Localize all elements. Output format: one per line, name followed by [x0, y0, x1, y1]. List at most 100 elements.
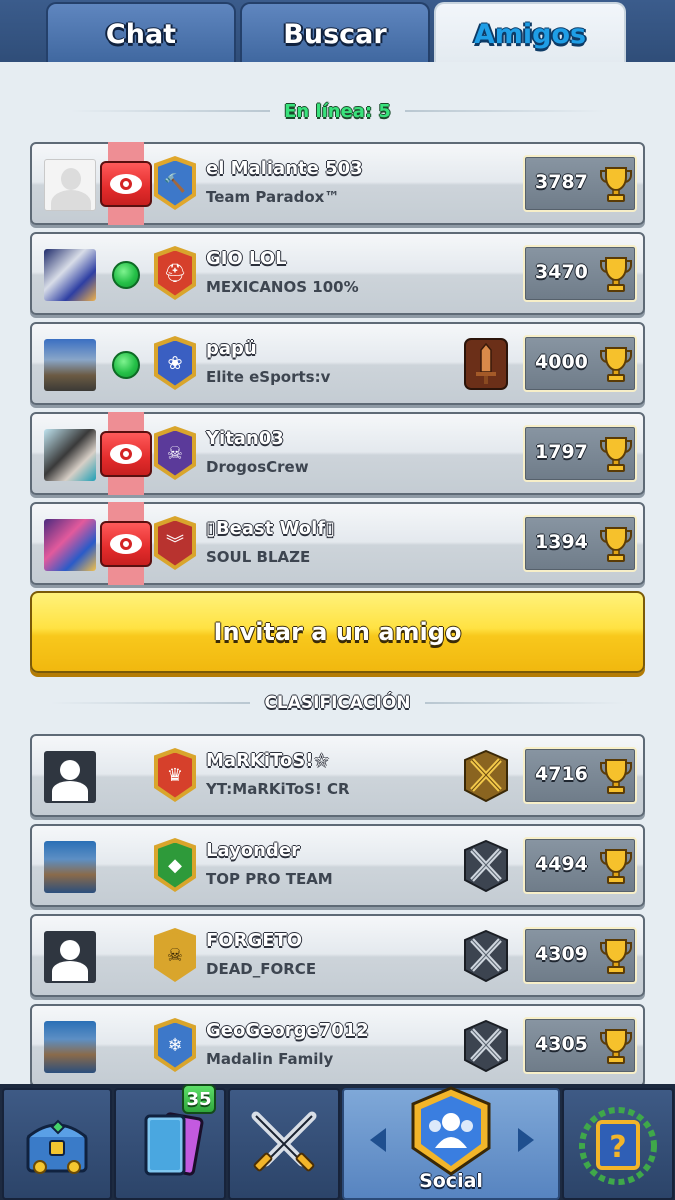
clan-name: TOP PRO TEAM	[206, 870, 333, 888]
trophy-count: 4000	[535, 351, 588, 373]
friend-row[interactable]: 🔨 el Maliante 503 Team Paradox™ 3787	[30, 142, 645, 225]
trophy-icon	[600, 167, 632, 202]
invite-friend-button[interactable]: Invitar a un amigo	[30, 591, 645, 673]
trophy-icon	[600, 849, 632, 884]
trophy-count: 4309	[535, 943, 588, 965]
friend-row[interactable]: ☠ Yitan03 DrogosCrew 1797	[30, 412, 645, 495]
clan-name: Team Paradox™	[206, 188, 340, 206]
clan-badge-icon: ❄	[154, 1018, 196, 1072]
clan-badge-icon: ❀	[154, 336, 196, 390]
nav-left-arrow-icon[interactable]	[370, 1128, 386, 1152]
social-icon	[411, 1086, 491, 1176]
spectate-button[interactable]	[100, 161, 152, 207]
online-count-title: En línea: 5	[284, 100, 391, 122]
trophy-count: 1394	[535, 531, 588, 553]
eye-icon	[110, 174, 142, 194]
bottom-navigation: Social ?	[0, 1084, 675, 1200]
trophy-box: 4494	[523, 837, 637, 894]
avatar	[44, 1021, 96, 1073]
clan-badge-icon: ♛	[154, 748, 196, 802]
trophy-count: 4305	[535, 1033, 588, 1055]
avatar	[44, 931, 96, 983]
divider	[424, 702, 625, 704]
player-name: el Maliante 503	[206, 158, 363, 179]
nav-right-arrow-icon[interactable]	[518, 1128, 534, 1152]
nav-quests[interactable]: ?	[562, 1088, 674, 1200]
friend-row[interactable]: ❀ papü Elite eSports:v 4000	[30, 322, 645, 405]
tab-chat[interactable]: Chat	[46, 2, 236, 64]
trophy-count: 4494	[535, 853, 588, 875]
trophy-count: 1797	[535, 441, 588, 463]
clan-badge-icon: ⛑	[154, 246, 196, 300]
player-name: ▯Beast Wolf▯	[206, 518, 336, 539]
trophy-count: 3470	[535, 261, 588, 283]
clan-name: SOUL BLAZE	[206, 548, 311, 566]
silver-swords-icon	[464, 930, 508, 982]
avatar	[44, 159, 96, 211]
trophy-icon	[600, 759, 632, 794]
trophy-icon	[600, 347, 632, 382]
clan-name: Madalin Family	[206, 1050, 334, 1068]
trophy-icon	[600, 257, 632, 292]
trophy-box: 3787	[523, 155, 637, 212]
trophy-icon	[600, 1029, 632, 1064]
online-indicator	[112, 351, 140, 379]
cards-icon	[144, 1112, 204, 1176]
friend-row[interactable]: ︾ ▯Beast Wolf▯ SOUL BLAZE 1394	[30, 502, 645, 585]
friend-row[interactable]: ⛑ GIO LOL MEXICANOS 100% 3470	[30, 232, 645, 315]
clan-name: MEXICANOS 100%	[206, 278, 359, 296]
ranking-row[interactable]: ♛ MaRKiToS!☆ YT:MaRKiToS! CR 4716	[30, 734, 645, 817]
spectate-button[interactable]	[100, 431, 152, 477]
clan-name: DrogosCrew	[206, 458, 309, 476]
trophy-box: 4000	[523, 335, 637, 392]
avatar	[44, 751, 96, 803]
trophy-icon	[600, 527, 632, 562]
clan-name: DEAD_FORCE	[206, 960, 317, 978]
friends-panel: En línea: 5 🔨 el Maliante 503 Team Parad…	[0, 62, 675, 1084]
ranking-row[interactable]: ◆ Layonder TOP PRO TEAM 4494	[30, 824, 645, 907]
sword-icon	[464, 338, 508, 390]
clan-badge-icon: 🔨	[154, 156, 196, 210]
crossed-swords-icon	[251, 1111, 317, 1172]
clan-name: Elite eSports:v	[206, 368, 331, 386]
clan-badge-icon: ☠	[154, 928, 196, 982]
svg-text:?: ?	[609, 1130, 626, 1165]
divider	[50, 702, 251, 704]
avatar	[44, 339, 96, 391]
eye-icon	[110, 534, 142, 554]
nav-battle[interactable]	[228, 1088, 340, 1200]
eye-icon	[110, 444, 142, 464]
player-name: MaRKiToS!☆	[206, 750, 330, 771]
nav-social-label: Social	[419, 1170, 483, 1192]
top-tab-bar: Chat Buscar Amigos	[0, 0, 675, 64]
player-name: Layonder	[206, 840, 300, 861]
clan-name: YT:MaRKiToS! CR	[206, 780, 350, 798]
trophy-box: 4716	[523, 747, 637, 804]
trophy-count: 3787	[535, 171, 588, 193]
clan-badge-icon: ︾	[154, 516, 196, 570]
avatar	[44, 429, 96, 481]
player-name: papü	[206, 338, 257, 359]
spectate-button[interactable]	[100, 521, 152, 567]
trophy-icon	[600, 939, 632, 974]
trophy-box: 4305	[523, 1017, 637, 1074]
quests-icon: ?	[579, 1107, 657, 1185]
silver-swords-icon	[464, 840, 508, 892]
gold-swords-icon	[464, 750, 508, 802]
ranking-section-header: CLASIFICACIÓN	[0, 690, 675, 716]
trophy-box: 4309	[523, 927, 637, 984]
ranking-row[interactable]: ❄ GeoGeorge7012 Madalin Family 4305	[30, 1004, 645, 1084]
chest-icon	[26, 1119, 88, 1174]
divider	[404, 110, 605, 112]
player-name: GIO LOL	[206, 248, 287, 269]
cards-notification-badge: 35	[182, 1084, 216, 1114]
ranking-row[interactable]: ☠ FORGETO DEAD_FORCE 4309	[30, 914, 645, 997]
clan-badge-icon: ◆	[154, 838, 196, 892]
clan-badge-icon: ☠	[154, 426, 196, 480]
tab-buscar[interactable]: Buscar	[240, 2, 430, 64]
tab-amigos[interactable]: Amigos	[434, 2, 626, 64]
nav-shop[interactable]	[2, 1088, 112, 1200]
nav-social[interactable]: Social	[342, 1086, 560, 1200]
trophy-count: 4716	[535, 763, 588, 785]
avatar	[44, 249, 96, 301]
